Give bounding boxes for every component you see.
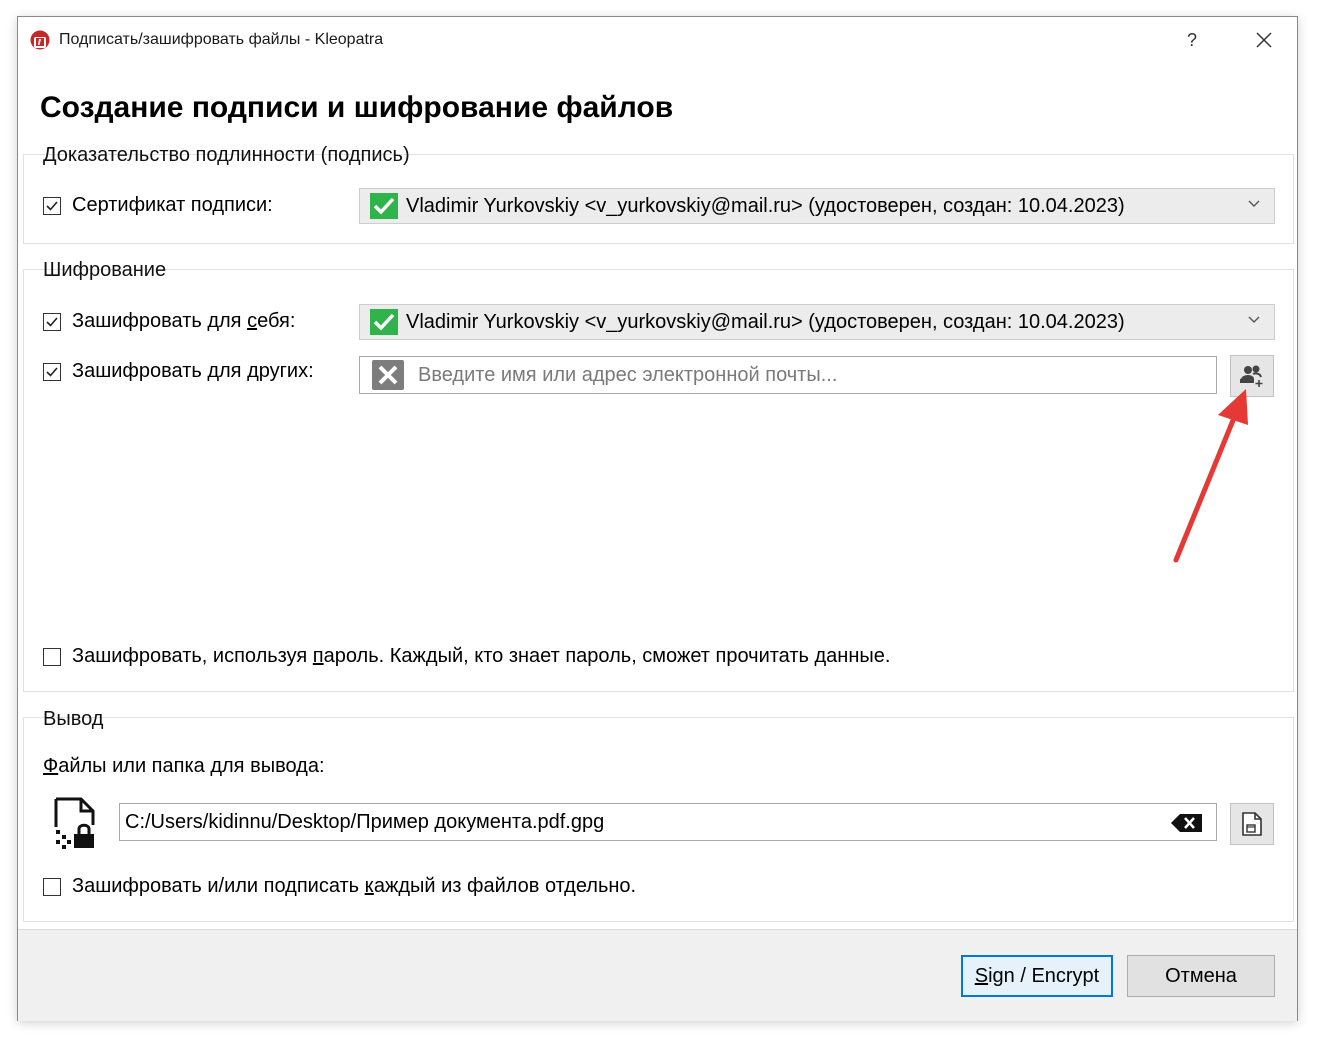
kleopatra-app-icon xyxy=(30,30,50,50)
cancel-label: Отмена xyxy=(1165,964,1237,987)
help-button[interactable]: ? xyxy=(1170,25,1214,55)
chevron-down-icon xyxy=(1248,200,1260,207)
sign-certificate-label: Сертификат подписи: xyxy=(72,194,273,216)
close-window-button[interactable] xyxy=(1242,25,1286,55)
checkbox-box[interactable] xyxy=(43,312,61,331)
clear-backspace-icon[interactable] xyxy=(1170,813,1204,833)
output-path-label: Файлы или папка для вывода: xyxy=(43,755,325,777)
title-bar: Подписать/зашифровать файлы - Kleopatra … xyxy=(18,17,1297,63)
encrypt-self-label: Зашифровать для себя: xyxy=(72,310,296,332)
signature-group-title: Доказательство подлинности (подпись) xyxy=(43,144,410,166)
separate-files-label: Зашифровать и/или подписать каждый из фа… xyxy=(72,875,637,897)
encrypt-password-label: Зашифровать, используя пароль. Каждый, к… xyxy=(72,645,891,667)
close-icon xyxy=(1256,32,1272,48)
output-group-title: Вывод xyxy=(43,708,104,730)
window-title: Подписать/зашифровать файлы - Kleopatra xyxy=(59,31,384,48)
page-title: Создание подписи и шифрование файлов xyxy=(40,91,674,124)
sign-certificate-combo[interactable]: Vladimir Yurkovskiy <v_yurkovskiy@mail.r… xyxy=(359,188,1275,224)
sign-certificate-value: Vladimir Yurkovskiy <v_yurkovskiy@mail.r… xyxy=(406,194,1125,217)
recipient-input[interactable]: Введите имя или адрес электронной почты.… xyxy=(359,356,1217,394)
encrypt-self-certificate-combo[interactable]: Vladimir Yurkovskiy <v_yurkovskiy@mail.r… xyxy=(359,304,1275,340)
valid-check-icon xyxy=(370,193,398,219)
recipient-placeholder: Введите имя или адрес электронной почты.… xyxy=(418,363,838,386)
valid-check-icon xyxy=(370,309,398,335)
checkbox-box[interactable] xyxy=(43,362,61,381)
encrypt-self-checkbox[interactable]: Зашифровать для себя: xyxy=(43,310,295,333)
separate-files-checkbox[interactable]: Зашифровать и/или подписать каждый из фа… xyxy=(43,875,636,898)
checkmark-icon xyxy=(46,316,58,327)
dialog-footer: Sign / Encrypt Отмена xyxy=(18,929,1297,1021)
encrypt-self-certificate-value: Vladimir Yurkovskiy <v_yurkovskiy@mail.r… xyxy=(406,310,1125,333)
output-path-value: C:/Users/kidinnu/Desktop/Пример документ… xyxy=(125,810,605,833)
browse-output-button[interactable] xyxy=(1230,803,1274,845)
cancel-button[interactable]: Отмена xyxy=(1127,955,1275,997)
output-path-input[interactable]: C:/Users/kidinnu/Desktop/Пример документ… xyxy=(119,803,1217,841)
sign-encrypt-button[interactable]: Sign / Encrypt xyxy=(961,955,1113,997)
encrypted-file-icon xyxy=(54,797,95,849)
help-label: ? xyxy=(1186,30,1197,50)
invalid-x-icon xyxy=(372,360,404,390)
open-file-icon xyxy=(1242,812,1262,836)
chevron-down-icon xyxy=(1248,316,1260,323)
checkbox-box[interactable] xyxy=(43,647,61,666)
sign-encrypt-dialog: Подписать/зашифровать файлы - Kleopatra … xyxy=(17,16,1298,1021)
encrypt-others-checkbox[interactable]: Зашифровать для других: xyxy=(43,360,314,383)
checkbox-box[interactable] xyxy=(43,877,61,896)
sign-encrypt-label: Sign / Encrypt xyxy=(974,964,1100,987)
checkmark-icon xyxy=(46,200,58,211)
encryption-group-title: Шифрование xyxy=(43,259,167,281)
checkbox-box[interactable] xyxy=(43,196,61,215)
encrypt-others-label: Зашифровать для других: xyxy=(72,360,314,382)
checkmark-icon xyxy=(46,366,58,377)
annotation-arrow-icon xyxy=(1173,389,1248,563)
sign-certificate-checkbox[interactable]: Сертификат подписи: xyxy=(43,194,273,217)
encrypt-password-checkbox[interactable]: Зашифровать, используя пароль. Каждый, к… xyxy=(43,645,890,668)
